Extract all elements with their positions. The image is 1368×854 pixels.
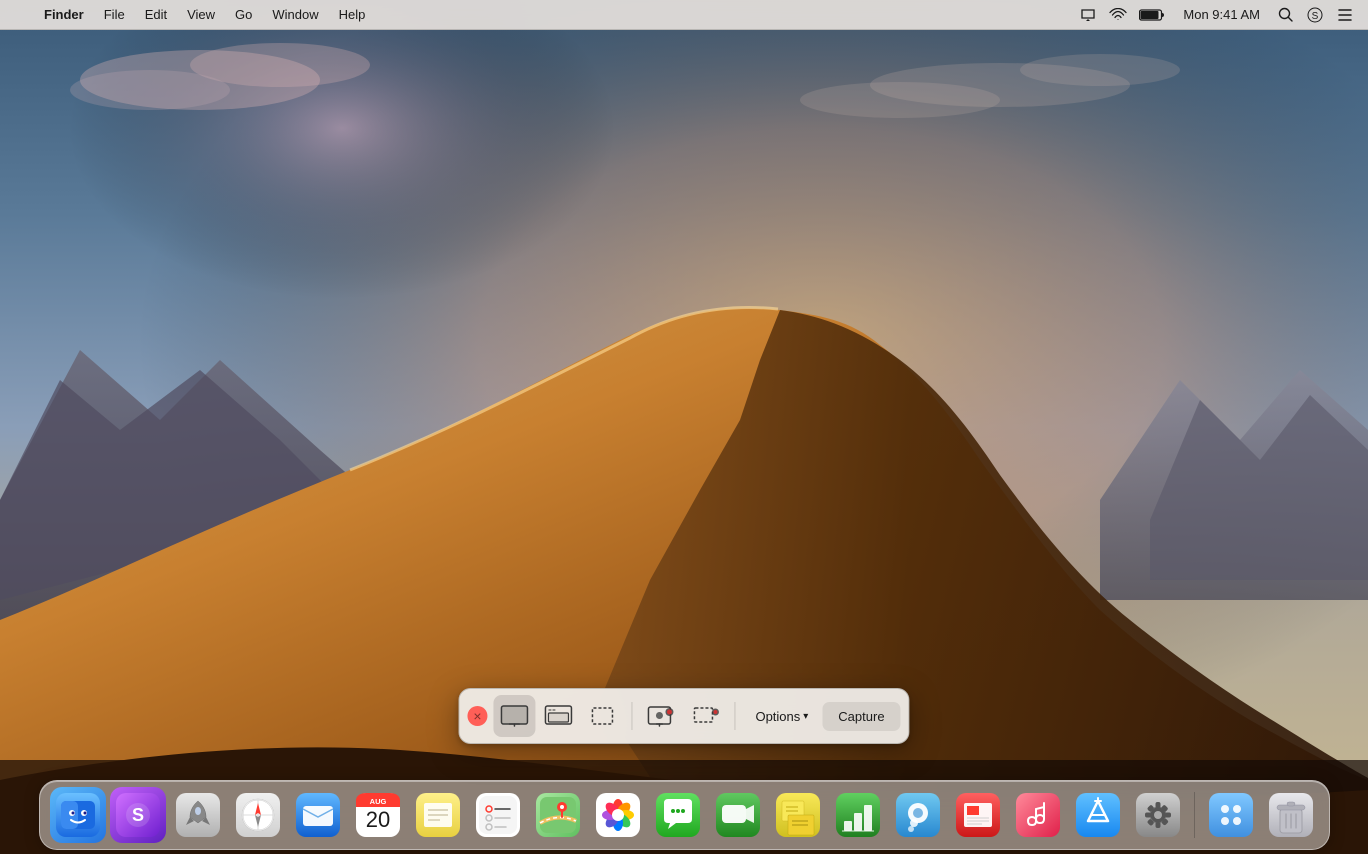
svg-text:S: S bbox=[1312, 11, 1319, 22]
dock-app-news[interactable] bbox=[950, 787, 1006, 843]
menu-view[interactable]: View bbox=[177, 0, 225, 30]
options-button[interactable]: Options ▾ bbox=[743, 703, 820, 730]
dock-app-messages[interactable] bbox=[650, 787, 706, 843]
options-label: Options bbox=[755, 709, 800, 724]
record-selection-button[interactable] bbox=[684, 695, 726, 737]
menu-file[interactable]: File bbox=[94, 0, 135, 30]
battery-icon[interactable] bbox=[1135, 0, 1171, 30]
dock-app-launchpad[interactable] bbox=[170, 787, 226, 843]
menu-go[interactable]: Go bbox=[225, 0, 262, 30]
menu-window[interactable]: Window bbox=[262, 0, 328, 30]
apple-menu[interactable] bbox=[10, 0, 34, 30]
record-screen-button[interactable] bbox=[640, 695, 682, 737]
dock-separator bbox=[1194, 792, 1195, 838]
menu-finder[interactable]: Finder bbox=[34, 0, 94, 30]
siri-status-icon[interactable]: S bbox=[1302, 0, 1328, 30]
dock-app-reminders[interactable] bbox=[470, 787, 526, 843]
dock-app-safari[interactable] bbox=[230, 787, 286, 843]
toolbar-separator-2 bbox=[734, 702, 735, 730]
dock-app-facetime[interactable] bbox=[710, 787, 766, 843]
dock-app-photos[interactable] bbox=[590, 787, 646, 843]
capture-window-button[interactable] bbox=[537, 695, 579, 737]
svg-text:20: 20 bbox=[365, 807, 389, 832]
dock-app-trash[interactable] bbox=[1263, 787, 1319, 843]
dock-app-downloads[interactable] bbox=[1203, 787, 1259, 843]
dock-app-notes[interactable] bbox=[410, 787, 466, 843]
menubar: Finder File Edit View Go Window Help bbox=[0, 0, 1368, 30]
dock-app-appstore[interactable] bbox=[1070, 787, 1126, 843]
airplay-icon[interactable] bbox=[1075, 0, 1101, 30]
dock-app-calendar[interactable]: AUG 20 bbox=[350, 787, 406, 843]
dock-app-music[interactable] bbox=[1010, 787, 1066, 843]
capture-button[interactable]: Capture bbox=[822, 702, 900, 731]
search-icon[interactable] bbox=[1272, 0, 1298, 30]
dock-app-finder[interactable] bbox=[50, 787, 106, 843]
menu-help[interactable]: Help bbox=[329, 0, 376, 30]
capture-entire-screen-button[interactable] bbox=[493, 695, 535, 737]
dock-app-maps[interactable] bbox=[530, 787, 586, 843]
menu-edit[interactable]: Edit bbox=[135, 0, 177, 30]
dock-app-stickies[interactable] bbox=[770, 787, 826, 843]
svg-text:AUG: AUG bbox=[369, 797, 386, 806]
wifi-icon[interactable] bbox=[1105, 0, 1131, 30]
control-center-icon[interactable] bbox=[1332, 0, 1358, 30]
dock-app-mail[interactable] bbox=[290, 787, 346, 843]
close-button[interactable] bbox=[467, 706, 487, 726]
screenshot-toolbar: Options ▾ Capture bbox=[458, 688, 909, 744]
dock-app-numbers[interactable] bbox=[830, 787, 886, 843]
dock-inner: S bbox=[39, 780, 1330, 850]
svg-text:S: S bbox=[131, 805, 143, 825]
dock-app-system-preferences[interactable] bbox=[1130, 787, 1186, 843]
dock-app-ithoughts[interactable] bbox=[890, 787, 946, 843]
dock-app-siri[interactable]: S bbox=[110, 787, 166, 843]
capture-selection-button[interactable] bbox=[581, 695, 623, 737]
toolbar-separator-1 bbox=[631, 702, 632, 730]
dock: S bbox=[0, 772, 1368, 854]
options-chevron-icon: ▾ bbox=[803, 711, 808, 722]
clock: Mon 9:41 AM bbox=[1175, 7, 1268, 22]
